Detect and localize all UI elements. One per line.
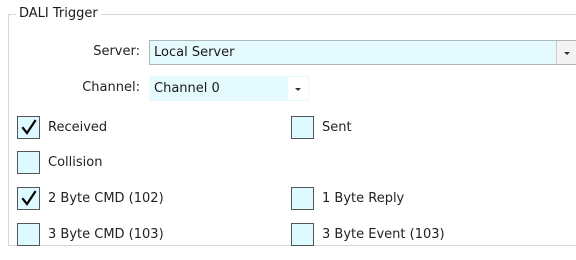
server-dropdown-button[interactable] [556,41,576,64]
received-checkbox-box[interactable] [17,116,40,139]
server-dropdown[interactable]: Local Server [149,40,576,65]
received-label: Received [48,120,108,135]
channel-dropdown[interactable]: Channel 0 [149,76,309,101]
1-byte-reply-checkbox-box[interactable] [291,187,314,210]
sent-checkbox-box[interactable] [291,116,314,139]
server-label: Server: [93,44,140,59]
channel-label: Channel: [82,80,140,95]
collision-checkbox-box[interactable] [17,151,40,174]
3-byte-cmd-label: 3 Byte CMD (103) [48,227,164,242]
checkmark-icon [21,190,37,206]
checkmark-icon [21,119,37,135]
3-byte-cmd-checkbox-box[interactable] [17,223,40,246]
channel-dropdown-button[interactable] [288,77,308,100]
chevron-down-icon [295,87,301,91]
2-byte-cmd-label: 2 Byte CMD (102) [48,191,164,206]
3-byte-event-label: 3 Byte Event (103) [322,227,445,242]
3-byte-event-checkbox-box[interactable] [291,223,314,246]
group-title: DALI Trigger [16,7,101,21]
chevron-down-icon [564,51,570,55]
2-byte-cmd-checkbox-box[interactable] [17,187,40,210]
channel-value: Channel 0 [154,81,220,96]
1-byte-reply-label: 1 Byte Reply [322,191,405,206]
server-value: Local Server [154,45,235,60]
collision-label: Collision [48,155,103,170]
sent-label: Sent [322,120,352,135]
